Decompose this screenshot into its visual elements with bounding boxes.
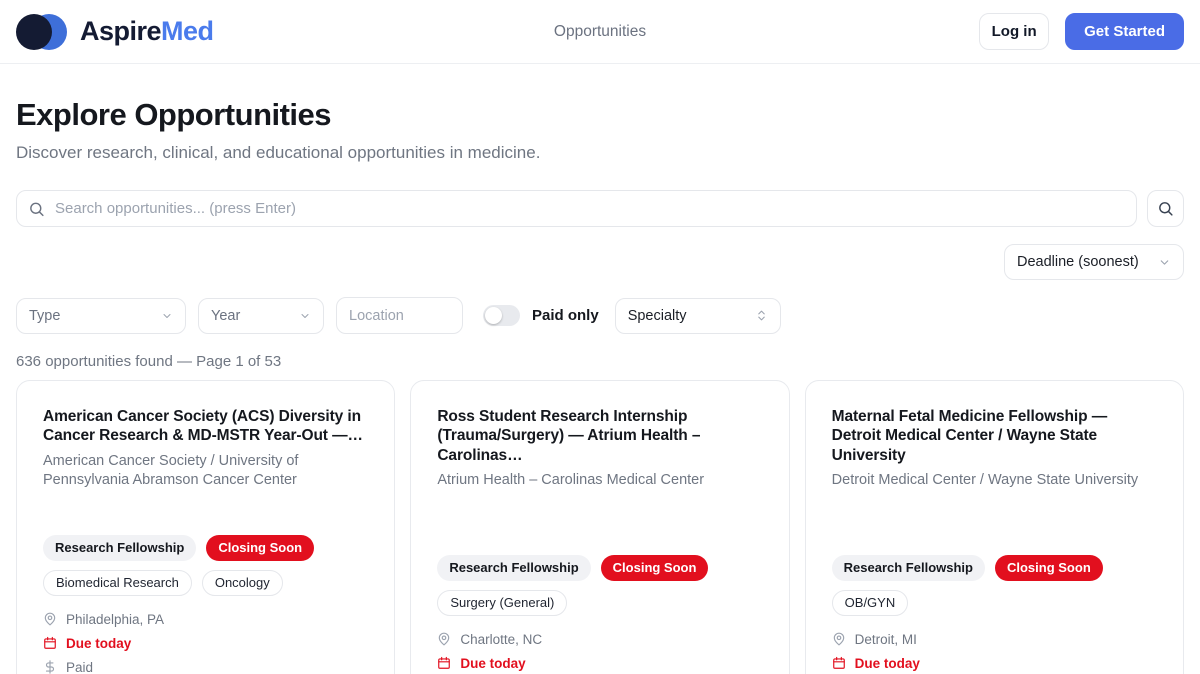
meta-list: Charlotte, NC Due today Paid 9 weeks (su…	[437, 632, 762, 674]
brand-logo-icon	[16, 13, 68, 51]
location-pin-icon	[437, 632, 451, 646]
specialty-tag: Oncology	[202, 570, 283, 596]
type-badge: Research Fellowship	[437, 555, 590, 581]
brand-name-secondary: Med	[161, 16, 214, 46]
tag-row: Surgery (General)	[437, 590, 762, 616]
location-text: Philadelphia, PA	[66, 612, 164, 627]
specialty-tag: Biomedical Research	[43, 570, 192, 596]
meta-list: Detroit, MI Due today 3 years	[832, 632, 1157, 674]
opportunity-title: American Cancer Society (ACS) Diversity …	[43, 407, 368, 446]
location-pin-icon	[43, 612, 57, 626]
header-actions: Log in Get Started	[979, 13, 1184, 50]
opportunity-card[interactable]: Ross Student Research Internship (Trauma…	[410, 380, 789, 674]
chevron-down-icon	[299, 310, 311, 322]
opportunity-title: Maternal Fetal Medicine Fellowship — Det…	[832, 407, 1157, 465]
specialty-filter-select[interactable]: Specialty	[615, 298, 781, 334]
deadline-text: Due today	[855, 656, 920, 671]
badge-row: Research Fellowship Closing Soon	[437, 555, 762, 581]
paid-only-toggle[interactable]	[483, 305, 520, 326]
type-filter-dropdown[interactable]: Type	[16, 298, 186, 334]
location-text: Detroit, MI	[855, 632, 917, 647]
location-text: Charlotte, NC	[460, 632, 542, 647]
year-filter-label: Year	[211, 308, 240, 324]
type-filter-label: Type	[29, 308, 60, 324]
type-badge: Research Fellowship	[43, 535, 196, 561]
search-submit-button[interactable]	[1147, 190, 1184, 227]
deadline-row: Due today	[832, 656, 1157, 671]
year-filter-dropdown[interactable]: Year	[198, 298, 324, 334]
filter-row: Type Year Paid only Specialty	[16, 297, 1184, 334]
closing-soon-badge: Closing Soon	[206, 535, 314, 561]
closing-soon-badge: Closing Soon	[995, 555, 1103, 581]
badge-row: Research Fellowship Closing Soon	[43, 535, 368, 561]
login-button[interactable]: Log in	[979, 13, 1049, 50]
calendar-icon	[43, 636, 57, 650]
brand-logo[interactable]: AspireMed	[16, 13, 214, 51]
toggle-knob	[485, 307, 502, 324]
tag-row: Biomedical Research Oncology	[43, 570, 368, 596]
location-row: Detroit, MI	[832, 632, 1157, 647]
opportunity-title: Ross Student Research Internship (Trauma…	[437, 407, 762, 465]
brand-name: AspireMed	[80, 16, 214, 47]
deadline-row: Due today	[437, 656, 762, 671]
sort-row: Deadline (soonest)	[16, 244, 1184, 280]
deadline-text: Due today	[66, 636, 131, 651]
chevron-up-down-icon	[755, 308, 768, 323]
location-pin-icon	[832, 632, 846, 646]
specialty-filter-label: Specialty	[628, 308, 687, 324]
search-box	[16, 190, 1137, 227]
location-filter-input[interactable]	[336, 297, 463, 334]
opportunity-card-grid: American Cancer Society (ACS) Diversity …	[16, 380, 1184, 674]
deadline-text: Due today	[460, 656, 525, 671]
specialty-tag: Surgery (General)	[437, 590, 567, 616]
calendar-icon	[437, 656, 451, 670]
chevron-down-icon	[1158, 256, 1171, 269]
location-row: Philadelphia, PA	[43, 612, 368, 627]
search-row	[16, 190, 1184, 227]
closing-soon-badge: Closing Soon	[601, 555, 709, 581]
nav-link-opportunities[interactable]: Opportunities	[554, 23, 646, 41]
badge-row: Research Fellowship Closing Soon	[832, 555, 1157, 581]
opportunity-organization: Atrium Health – Carolinas Medical Center	[437, 471, 762, 491]
search-icon	[28, 200, 45, 217]
calendar-icon	[832, 656, 846, 670]
dollar-icon	[43, 660, 57, 674]
sort-dropdown[interactable]: Deadline (soonest)	[1004, 244, 1184, 280]
type-badge: Research Fellowship	[832, 555, 985, 581]
pay-text: Paid	[66, 660, 93, 674]
chevron-down-icon	[161, 310, 173, 322]
sort-dropdown-value: Deadline (soonest)	[1017, 254, 1139, 270]
meta-list: Philadelphia, PA Due today Paid 1 year	[43, 612, 368, 674]
results-summary: 636 opportunities found — Page 1 of 53	[16, 353, 1184, 370]
paid-only-label: Paid only	[532, 307, 599, 324]
top-navbar: AspireMed Opportunities Log in Get Start…	[0, 0, 1200, 64]
pay-row: Paid	[43, 660, 368, 674]
search-icon	[1157, 200, 1174, 217]
tag-row: OB/GYN	[832, 590, 1157, 616]
search-input[interactable]	[16, 190, 1137, 227]
deadline-row: Due today	[43, 636, 368, 651]
get-started-button[interactable]: Get Started	[1065, 13, 1184, 50]
opportunity-card[interactable]: American Cancer Society (ACS) Diversity …	[16, 380, 395, 674]
specialty-tag: OB/GYN	[832, 590, 909, 616]
opportunity-card[interactable]: Maternal Fetal Medicine Fellowship — Det…	[805, 380, 1184, 674]
opportunity-organization: American Cancer Society / University of …	[43, 452, 368, 491]
opportunity-organization: Detroit Medical Center / Wayne State Uni…	[832, 471, 1157, 491]
brand-name-primary: Aspire	[80, 16, 161, 46]
page-subtitle: Discover research, clinical, and educati…	[16, 143, 1184, 163]
main-content: Explore Opportunities Discover research,…	[0, 97, 1200, 674]
location-row: Charlotte, NC	[437, 632, 762, 647]
page-title: Explore Opportunities	[16, 97, 1184, 133]
